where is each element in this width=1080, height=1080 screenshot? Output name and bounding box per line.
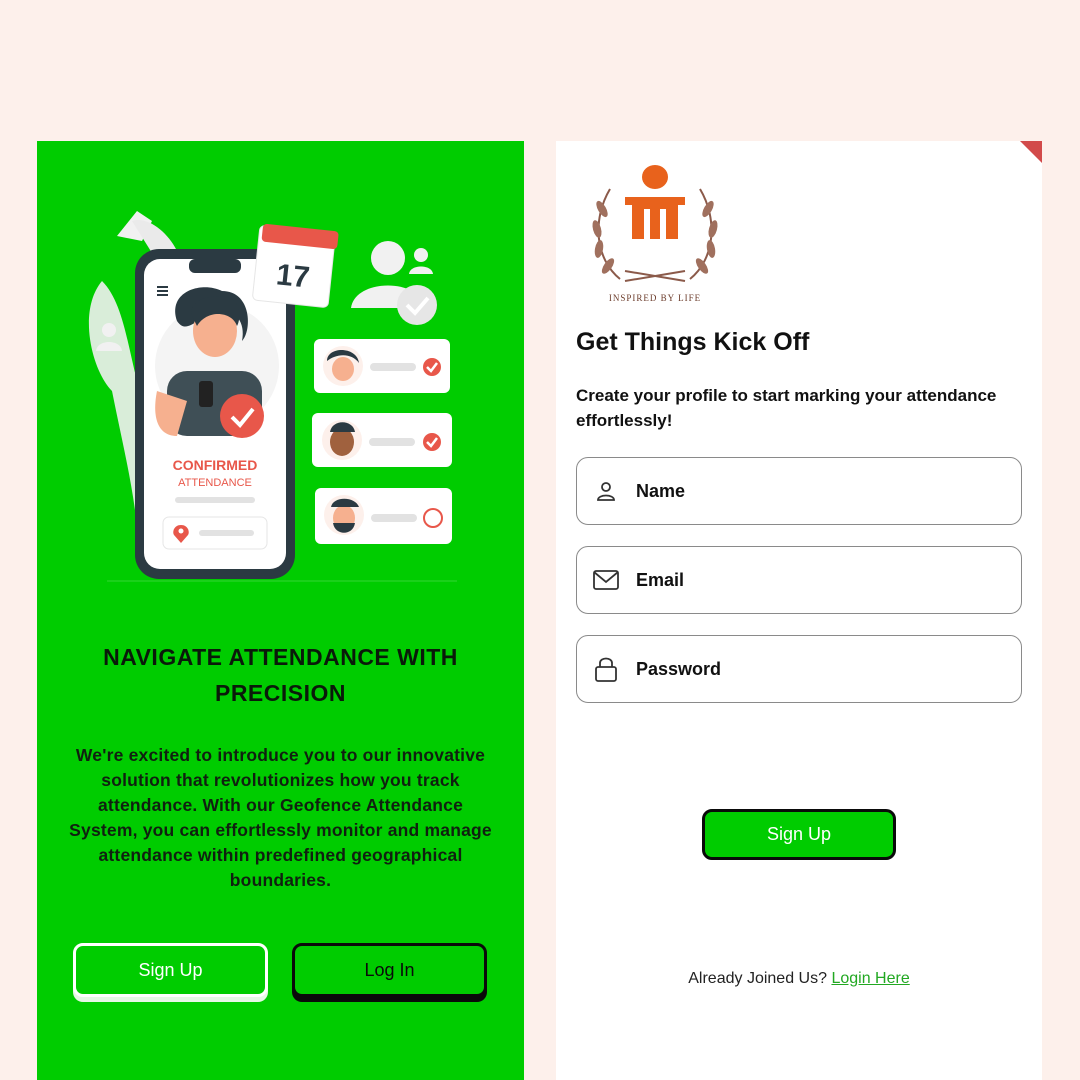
confirmed-label: CONFIRMED (173, 457, 258, 473)
page-subtitle: Create your profile to start marking you… (576, 386, 997, 430)
email-field-label: Email (636, 569, 685, 590)
name-field-label: Name (636, 480, 686, 501)
attendance-card (312, 413, 452, 467)
onboarding-panel: CONFIRMED ATTENDANCE 17 NAVIGATE ATTENDA… (37, 141, 524, 1080)
corner-decoration (1020, 141, 1042, 163)
lock-icon (593, 656, 619, 682)
checkmark-icon (397, 285, 437, 325)
calendar-icon: 17 (252, 223, 339, 308)
login-link[interactable]: Login Here (831, 970, 909, 987)
calendar-day: 17 (275, 258, 312, 294)
attendance-label: ATTENDANCE (178, 477, 252, 489)
email-field[interactable]: Email (576, 546, 1022, 614)
intro-text: We're excited to introduce you to our in… (69, 745, 492, 890)
name-field[interactable]: Name (576, 457, 1022, 525)
attendance-illustration: CONFIRMED ATTENDANCE 17 (88, 211, 457, 582)
password-field-label: Password (636, 658, 722, 679)
login-button[interactable]: Log In (292, 943, 487, 997)
login-prompt: Already Joined Us? Login Here (556, 970, 1042, 988)
mail-icon (593, 567, 619, 593)
page-title: Get Things Kick Off (576, 328, 810, 356)
login-prompt-text: Already Joined Us? (688, 970, 827, 987)
signup-form-panel: INSPIRED BY LIFE Get Things Kick Off Cre… (556, 141, 1042, 1080)
attendance-card (315, 488, 452, 544)
signup-button[interactable]: Sign Up (73, 943, 268, 997)
logo-text: INSPIRED BY LIFE (609, 293, 701, 303)
submit-signup-button[interactable]: Sign Up (702, 809, 896, 860)
password-field[interactable]: Password (576, 635, 1022, 703)
user-icon (593, 478, 619, 504)
institution-logo: INSPIRED BY LIFE (592, 165, 718, 303)
attendance-card (314, 339, 450, 393)
headline: NAVIGATE ATTENDANCE WITH PRECISION (103, 644, 458, 706)
